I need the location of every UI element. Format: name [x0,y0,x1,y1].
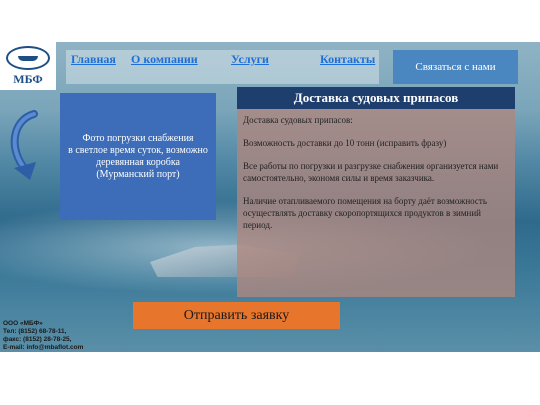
card-paragraph: Доставка судовых припасов: [243,115,353,125]
nav-item-contacts[interactable]: Контакты [320,52,375,67]
card-paragraph: Возможность доставки до 10 тонн (исправи… [243,138,447,148]
contact-us-button[interactable]: Связаться с нами [393,50,518,84]
footer-contacts: ООО «МБФ» Тел: (8152) 68-78-11, факс: (8… [3,320,83,352]
back-arrow-icon[interactable] [4,110,48,182]
delivery-card: Доставка судовых припасов Доставка судов… [237,87,515,297]
card-paragraph: Все работы по погрузки и разгрузке снабж… [243,161,499,183]
company-logo[interactable]: МБФ [0,42,56,90]
footer-phone: Тел: (8152) 68-78-11, [3,328,67,335]
ship-logo-icon [6,46,50,70]
bottom-blank [0,352,540,405]
nav-item-home[interactable]: Главная [71,52,116,67]
card-paragraph: Наличие отапливаемого помещения на борту… [243,196,487,230]
page: МБФ Главная О компании Услуги Контакты С… [0,0,540,405]
footer-fax: факс: (8152) 28-78-25, [3,336,72,343]
card-body: Доставка судовых припасов: Возможность д… [243,114,511,242]
footer-email[interactable]: E-mail: info@mbaflot.com [3,344,83,352]
top-band [0,0,540,42]
logo-text: МБФ [13,72,43,86]
photo-placeholder: Фото погрузки снабжения в светлое время … [60,93,216,220]
send-request-button[interactable]: Отправить заявку [133,302,340,329]
footer-company: ООО «МБФ» [3,320,43,327]
card-title: Доставка судовых припасов [237,87,515,109]
nav-item-about[interactable]: О компании [131,52,198,67]
nav-item-services[interactable]: Услуги [231,52,269,67]
